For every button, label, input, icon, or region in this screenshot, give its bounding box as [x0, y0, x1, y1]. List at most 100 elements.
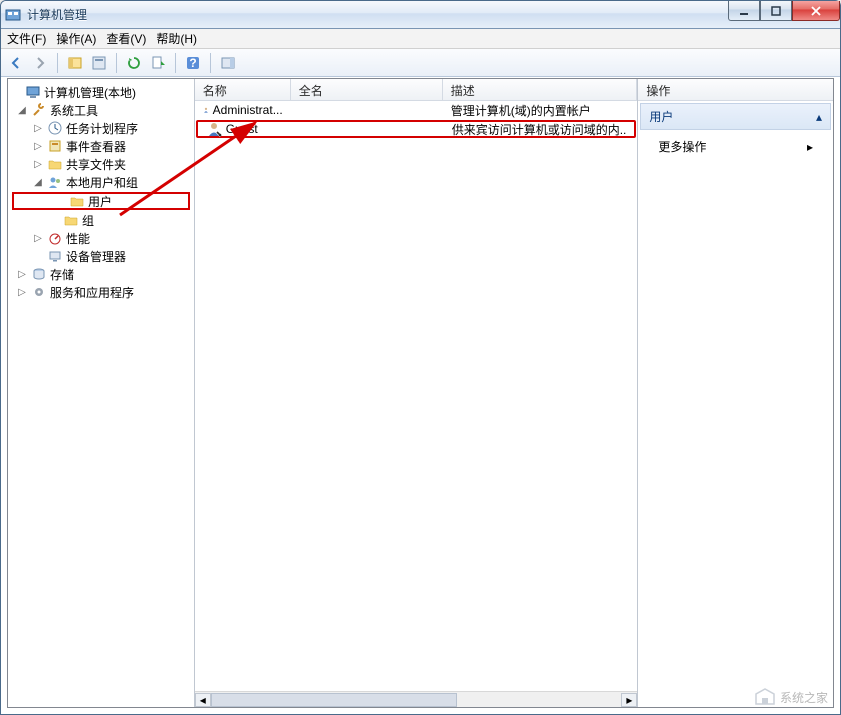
tree-local-users-groups[interactable]: ◢ 本地用户和组 [8, 173, 194, 191]
tree-label: 服务和应用程序 [50, 284, 134, 301]
action-pane-toggle[interactable] [217, 52, 239, 74]
svg-text:?: ? [189, 56, 196, 70]
device-icon [47, 248, 63, 264]
action-section-users[interactable]: 用户 ▴ [640, 103, 831, 130]
column-fullname[interactable]: 全名 [291, 79, 443, 100]
tree-label: 设备管理器 [66, 248, 126, 265]
tree-label: 本地用户和组 [66, 174, 138, 191]
list-row-administrator[interactable]: Administrat... 管理计算机(域)的内置帐户 [195, 101, 638, 119]
refresh-button[interactable] [123, 52, 145, 74]
tree-label: 存储 [50, 266, 74, 283]
users-groups-icon [47, 174, 63, 190]
list-body[interactable]: Administrat... 管理计算机(域)的内置帐户 Guest 供来宾访问… [195, 101, 638, 707]
expand-icon[interactable]: ▷ [16, 287, 28, 298]
horizontal-scrollbar[interactable]: ◂ ▸ [195, 691, 638, 707]
tree-label: 用户 [88, 193, 112, 210]
scroll-right[interactable]: ▸ [621, 693, 637, 707]
event-icon [47, 138, 63, 154]
action-section-label: 用户 [649, 108, 673, 125]
user-icon [203, 102, 209, 118]
user-disabled-icon [206, 121, 222, 137]
folder-icon [69, 193, 85, 209]
expand-icon[interactable]: ▷ [16, 269, 28, 280]
forward-button[interactable] [29, 52, 51, 74]
tree-shared-folders[interactable]: ▷ 共享文件夹 [8, 155, 194, 173]
clock-icon [47, 120, 63, 136]
action-pane-header: 操作 [638, 79, 833, 101]
minimize-button[interactable] [728, 1, 760, 21]
tree-label: 系统工具 [50, 102, 98, 119]
toolbar: ? [1, 49, 840, 77]
scroll-left[interactable]: ◂ [195, 693, 211, 707]
column-description[interactable]: 描述 [443, 79, 638, 100]
help-button[interactable]: ? [182, 52, 204, 74]
tree-label: 任务计划程序 [66, 120, 138, 137]
tree-services-apps[interactable]: ▷ 服务和应用程序 [8, 283, 194, 301]
content-area: ▷ 计算机管理(本地) ◢ 系统工具 ▷ 任务计划程序 ▷ 事件 [7, 78, 834, 708]
expand-icon[interactable]: ◢ [32, 177, 44, 188]
window-buttons [728, 1, 840, 21]
expand-icon[interactable]: ▷ [32, 123, 44, 134]
tree-performance[interactable]: ▷ 性能 [8, 229, 194, 247]
expand-icon[interactable]: ▷ [32, 233, 44, 244]
separator [116, 53, 117, 73]
action-more-actions[interactable]: 更多操作 ▸ [638, 132, 833, 161]
menu-file[interactable]: 文件(F) [7, 30, 46, 47]
list-row-guest[interactable]: Guest 供来宾访问计算机或访问域的内.. [196, 120, 637, 138]
list-header: 名称 全名 描述 [195, 79, 638, 101]
cell-description: 管理计算机(域)的内置帐户 [451, 102, 591, 119]
tree-event-viewer[interactable]: ▷ 事件查看器 [8, 137, 194, 155]
computer-icon [25, 84, 41, 100]
properties-button[interactable] [88, 52, 110, 74]
cell-name: Guest [226, 122, 258, 136]
tree-storage[interactable]: ▷ 存储 [8, 265, 194, 283]
show-hide-tree-button[interactable] [64, 52, 86, 74]
tree-device-manager[interactable]: ▷ 设备管理器 [8, 247, 194, 265]
tree-pane[interactable]: ▷ 计算机管理(本地) ◢ 系统工具 ▷ 任务计划程序 ▷ 事件 [8, 79, 195, 707]
tree-label: 事件查看器 [66, 138, 126, 155]
close-button[interactable] [792, 1, 840, 21]
watermark: 系统之家 [754, 688, 828, 706]
tree-users[interactable]: ▷ 用户 [12, 192, 190, 210]
expand-icon[interactable]: ▷ [32, 141, 44, 152]
export-list-button[interactable] [147, 52, 169, 74]
collapse-icon: ▴ [816, 110, 822, 124]
tree-task-scheduler[interactable]: ▷ 任务计划程序 [8, 119, 194, 137]
separator [175, 53, 176, 73]
separator [210, 53, 211, 73]
tools-icon [31, 102, 47, 118]
tree-groups[interactable]: ▷ 组 [8, 211, 194, 229]
action-item-label: 更多操作 [658, 138, 706, 155]
expand-icon[interactable]: ▷ [32, 159, 44, 170]
tree-label: 性能 [66, 230, 90, 247]
column-name[interactable]: 名称 [195, 79, 291, 100]
menu-help[interactable]: 帮助(H) [156, 30, 197, 47]
tree-system-tools[interactable]: ◢ 系统工具 [8, 101, 194, 119]
titlebar[interactable]: 计算机管理 [1, 1, 840, 29]
chevron-right-icon: ▸ [807, 140, 813, 154]
cell-description: 供来宾访问计算机或访问域的内.. [452, 121, 627, 138]
tree-label: 组 [82, 212, 94, 229]
tree-label: 共享文件夹 [66, 156, 126, 173]
storage-icon [31, 266, 47, 282]
scroll-thumb[interactable] [211, 693, 457, 707]
performance-icon [47, 230, 63, 246]
maximize-button[interactable] [760, 1, 792, 21]
shared-folder-icon [47, 156, 63, 172]
separator [57, 53, 58, 73]
menubar: 文件(F) 操作(A) 查看(V) 帮助(H) [1, 29, 840, 49]
menu-action[interactable]: 操作(A) [56, 30, 96, 47]
back-button[interactable] [5, 52, 27, 74]
services-icon [31, 284, 47, 300]
tree-root-label: 计算机管理(本地) [44, 84, 136, 101]
window-title: 计算机管理 [27, 6, 87, 23]
list-pane: 名称 全名 描述 Administrat... 管理计算机(域)的内置帐户 G [195, 79, 639, 707]
action-pane-body: 用户 ▴ 更多操作 ▸ [638, 101, 833, 707]
menu-view[interactable]: 查看(V) [106, 30, 146, 47]
app-window: 计算机管理 文件(F) 操作(A) 查看(V) 帮助(H) ? [0, 0, 841, 715]
app-icon [5, 7, 21, 23]
tree-root[interactable]: ▷ 计算机管理(本地) [8, 83, 194, 101]
action-pane: 操作 用户 ▴ 更多操作 ▸ [638, 79, 833, 707]
tree: ▷ 计算机管理(本地) ◢ 系统工具 ▷ 任务计划程序 ▷ 事件 [8, 83, 194, 301]
expand-icon[interactable]: ◢ [16, 105, 28, 116]
